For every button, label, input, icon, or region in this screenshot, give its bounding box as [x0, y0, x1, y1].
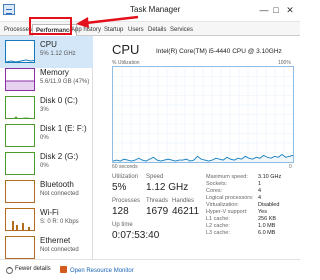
uptime-value: 0:07:53:40	[112, 230, 160, 241]
resource-monitor-icon	[60, 266, 67, 273]
processes-label: Processes	[112, 198, 141, 204]
spec-value: Yes	[258, 209, 267, 215]
sidebar-item-label: Memory	[40, 68, 69, 77]
threads-value: 1679	[146, 206, 169, 217]
tab-services[interactable]: Services	[170, 24, 193, 36]
threads-label: Threads	[146, 198, 169, 204]
cpu-thumbnail-graph	[5, 40, 35, 63]
sidebar-item-status: S: 0 R: 0 Kbps	[40, 219, 79, 225]
open-resource-monitor-link[interactable]: Open Resource Monitor	[60, 266, 134, 274]
sidebar-item-status: 0%	[40, 163, 49, 169]
spec-label: L2 cache:	[206, 223, 230, 229]
handles-value: 46211	[172, 206, 200, 217]
maximize-button[interactable]: □	[270, 4, 282, 16]
utilization-label: Utilization	[112, 174, 139, 180]
sidebar-item-label: Disk 0 (C:)	[40, 96, 78, 105]
cpu-model-name: Intel(R) Core(TM) i5-4440 CPU @ 3.10GHz	[156, 48, 282, 55]
disk-2-thumbnail-graph	[5, 152, 35, 175]
sidebar-item-label: Wi-Fi	[40, 208, 59, 217]
time-axis-label: 60 seconds	[112, 164, 138, 170]
open-resource-monitor-label: Open Resource Monitor	[70, 268, 134, 274]
tab-details[interactable]: Details	[148, 24, 166, 36]
resource-sidebar: CPU 5% 1.12 GHz Memory 5.6/11.9 GB (47%)…	[0, 36, 93, 259]
sidebar-item-status: 5.6/11.9 GB (47%)	[40, 79, 90, 85]
sidebar-item-label: Ethernet	[40, 236, 71, 245]
spec-label: Virtualization:	[206, 202, 239, 208]
uptime-label: Up time	[112, 222, 133, 228]
chevron-up-icon: ^	[6, 267, 13, 274]
sidebar-item-label: Disk 1 (E: F:)	[40, 124, 87, 133]
spec-value: 1.0 MB	[258, 223, 276, 229]
spec-value: 1	[258, 181, 262, 187]
spec-label: Cores:	[206, 188, 223, 194]
speed-value: 1.12 GHz	[146, 182, 189, 193]
spec-value: 4	[258, 195, 262, 201]
disk-0-thumbnail-graph	[5, 96, 35, 119]
sidebar-item-status: 0%	[40, 135, 49, 141]
tab-processes[interactable]: Processes	[4, 24, 32, 36]
sidebar-item-status: 5% 1.12 GHz	[40, 51, 76, 57]
sidebar-item-status: Not connected	[40, 191, 79, 197]
sidebar-item-label: Disk 2 (G:)	[40, 152, 79, 161]
graph-grid	[113, 67, 293, 162]
spec-label: Maximum speed:	[206, 174, 248, 180]
close-button[interactable]: ✕	[284, 4, 296, 16]
fewer-details-label: Fewer details	[15, 266, 51, 272]
sidebar-item-status: 3%	[40, 107, 49, 113]
spec-label: L1 cache:	[206, 216, 230, 222]
annotation-arrow-icon	[76, 15, 139, 28]
utilization-value: 5%	[112, 182, 127, 193]
cpu-utilization-graph	[112, 66, 294, 163]
footer-bar: ^ Fewer details Open Resource Monitor	[0, 259, 300, 280]
spec-value: 4	[258, 188, 262, 194]
sidebar-item-label: CPU	[40, 40, 57, 49]
memory-thumbnail-graph	[5, 68, 35, 91]
spec-value: 256 KB	[258, 216, 277, 222]
ethernet-thumbnail-graph	[5, 236, 35, 259]
bluetooth-thumbnail-graph	[5, 180, 35, 203]
processes-value: 128	[112, 206, 129, 217]
title-bar: Task Manager — □ ✕	[0, 0, 300, 22]
spec-value: Disabled	[258, 202, 280, 208]
disk-1-thumbnail-graph	[5, 124, 35, 147]
time-axis-min-label: 0	[289, 164, 292, 170]
speed-label: Speed	[146, 174, 164, 180]
minimize-button[interactable]: —	[258, 4, 270, 16]
page-title: CPU	[112, 42, 140, 57]
tab-strip: Processes Performance App history Startu…	[0, 22, 300, 36]
spec-label: Sockets:	[206, 181, 228, 187]
spec-label: Logical processors:	[206, 195, 254, 201]
spec-value: 6.0 MB	[258, 230, 276, 236]
sidebar-item-status: Not connected	[40, 247, 79, 253]
fewer-details-button[interactable]: ^ Fewer details	[6, 266, 51, 274]
wifi-thumbnail-graph	[5, 208, 35, 231]
spec-label: L3 cache:	[206, 230, 230, 236]
sidebar-item-label: Bluetooth	[40, 180, 74, 189]
tab-performance[interactable]: Performance	[32, 24, 77, 36]
task-manager-app-icon	[3, 4, 15, 15]
spec-value: 3.10 GHz	[258, 174, 282, 180]
spec-label: Hyper-V support:	[206, 209, 248, 215]
handles-label: Handles	[172, 198, 195, 204]
